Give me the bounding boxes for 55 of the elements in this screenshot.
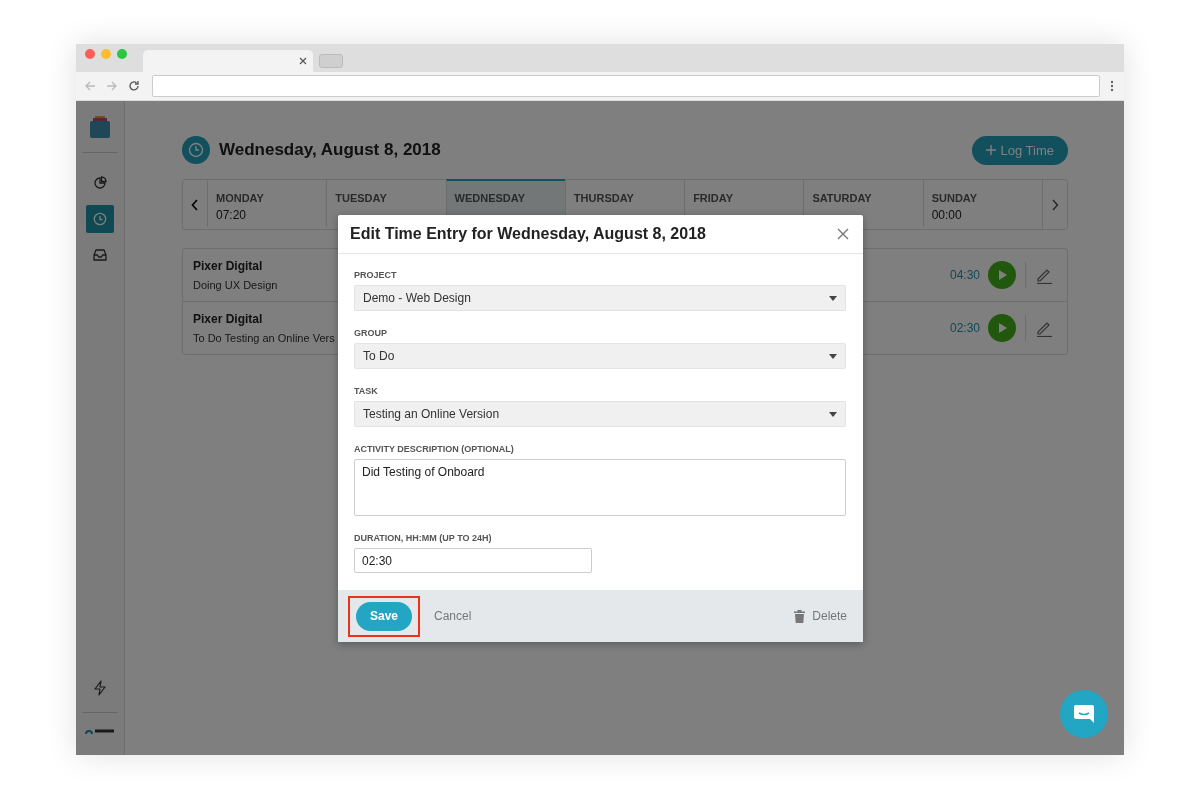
cancel-button[interactable]: Cancel — [434, 609, 472, 623]
day-tab[interactable]: MONDAY 07:20 — [207, 179, 327, 227]
new-tab-button[interactable] — [319, 54, 343, 68]
input-field[interactable]: 02:30 — [354, 548, 592, 573]
maximize-window-icon[interactable] — [117, 49, 127, 59]
close-window-icon[interactable] — [85, 49, 95, 59]
entry-duration: 04:30 — [949, 268, 980, 282]
day-tab[interactable]: SUNDAY 00:00 — [922, 179, 1042, 227]
date-title: Wednesday, August 8, 2018 — [219, 140, 441, 160]
clock-icon — [93, 212, 107, 226]
entry-description: To Do Testing an Online Vers — [193, 332, 335, 344]
minimize-window-icon[interactable] — [101, 49, 111, 59]
menu-icon[interactable] — [1110, 80, 1114, 92]
play-icon — [998, 322, 1008, 334]
stack-logo-icon — [90, 116, 110, 138]
play-icon — [998, 269, 1008, 281]
delete-button[interactable]: Delete — [794, 609, 847, 623]
chevron-left-icon — [191, 198, 199, 211]
dialog-title: Edit Time Entry for Wednesday, August 8, 2018 — [350, 225, 707, 243]
text-area[interactable]: Did Testing of Onboard — [354, 459, 846, 516]
entry-description: Doing UX Design — [193, 279, 278, 291]
client-name: Pixer Digital — [193, 312, 264, 326]
save-button[interactable]: Save — [356, 601, 412, 631]
caret-icon — [829, 295, 837, 301]
field-label: ACTIVITY DESCRIPTION (OPTIONAL) — [354, 444, 515, 454]
log-time-button[interactable]: Log Time — [971, 135, 1068, 165]
field-label: DURATION, HH:MM (UP TO 24H) — [354, 533, 493, 543]
lightning-icon[interactable] — [93, 680, 107, 696]
plus-icon — [985, 145, 996, 155]
chat-icon — [1073, 704, 1095, 724]
close-icon[interactable] — [837, 228, 849, 240]
forward-icon[interactable] — [106, 80, 118, 92]
play-button[interactable] — [988, 261, 1016, 289]
select-field[interactable]: Demo - Web Design — [354, 285, 846, 311]
select-field[interactable]: To Do — [354, 343, 846, 369]
field-label: PROJECT — [354, 270, 398, 280]
address-field[interactable] — [152, 75, 1100, 97]
play-button[interactable] — [988, 314, 1016, 342]
caret-icon — [829, 411, 837, 417]
brand-logo-icon — [85, 727, 115, 735]
chart-icon — [93, 176, 107, 190]
chevron-right-icon — [1051, 198, 1059, 211]
clock-icon — [188, 142, 204, 158]
client-name: Pixer Digital — [193, 259, 264, 273]
trash-icon — [794, 609, 806, 623]
caret-icon — [829, 353, 837, 359]
sidebar-item[interactable] — [86, 205, 114, 233]
entry-duration: 02:30 — [949, 321, 980, 335]
select-field[interactable]: Testing an Online Version — [354, 401, 846, 427]
field-label: GROUP — [354, 328, 388, 338]
field-label: TASK — [354, 386, 379, 396]
close-icon[interactable] — [299, 57, 307, 65]
inbox-icon — [93, 248, 107, 262]
reload-icon[interactable] — [128, 80, 140, 92]
back-icon[interactable] — [84, 80, 96, 92]
